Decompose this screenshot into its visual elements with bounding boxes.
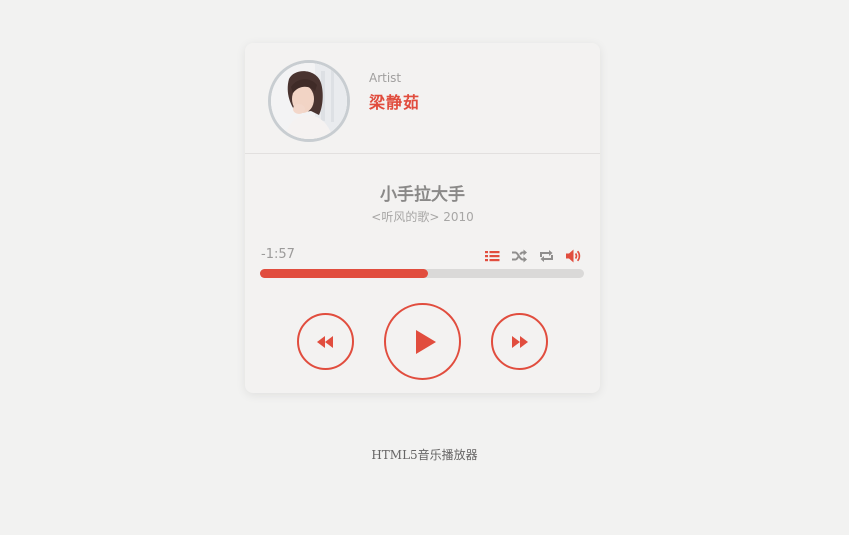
artist-name[interactable]: 梁静茹 — [369, 89, 420, 113]
fast-forward-icon — [512, 336, 528, 348]
artist-label: Artist — [369, 71, 402, 85]
album-info: <听风的歌> 2010 — [371, 210, 474, 224]
time-remaining: -1:57 — [261, 247, 295, 262]
play-button[interactable] — [384, 303, 461, 380]
artist-avatar — [268, 60, 350, 142]
shuffle-icon[interactable] — [511, 248, 528, 264]
volume-icon[interactable] — [565, 248, 582, 264]
playlist-icon[interactable] — [484, 248, 501, 264]
player-options — [484, 248, 582, 264]
page-footer-title: HTML5音乐播放器 — [371, 448, 478, 462]
fast-forward-button[interactable] — [491, 313, 548, 370]
progress-fill — [260, 269, 429, 278]
progress-bar[interactable] — [260, 269, 584, 278]
song-title: 小手拉大手 — [380, 185, 465, 205]
rewind-button[interactable] — [297, 313, 354, 370]
play-icon — [416, 330, 436, 354]
rewind-icon — [317, 336, 333, 348]
music-player-card: Artist 梁静茹 小手拉大手 <听风的歌> 2010 -1:57 — [245, 43, 600, 393]
player-header: Artist 梁静茹 — [245, 43, 600, 154]
artist-photo — [271, 63, 347, 139]
repeat-icon[interactable] — [538, 248, 555, 264]
